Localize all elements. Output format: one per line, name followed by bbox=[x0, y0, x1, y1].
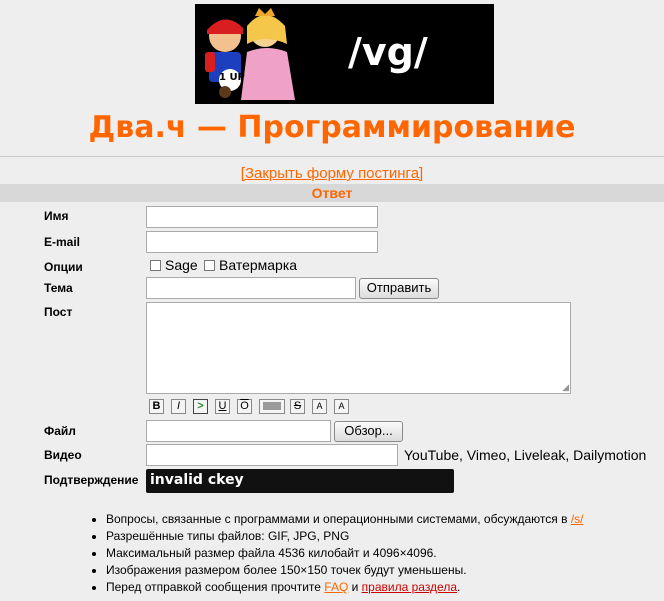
underline-button[interactable]: U bbox=[215, 399, 230, 414]
banner-board-name: /vg/ bbox=[348, 30, 428, 74]
rule-text: Перед отправкой сообщения прочтите bbox=[106, 580, 325, 594]
video-services-note: YouTube, Vimeo, Liveleak, Dailymotion bbox=[404, 447, 647, 463]
sage-label: Sage bbox=[165, 257, 198, 273]
email-input[interactable] bbox=[146, 231, 378, 253]
name-input[interactable] bbox=[146, 206, 378, 228]
strike-button[interactable]: S bbox=[290, 399, 305, 414]
options-label: Опции bbox=[44, 260, 83, 274]
captcha-label: Подтверждение bbox=[44, 473, 139, 487]
subscript-button[interactable]: A bbox=[312, 399, 327, 414]
rule-text: Вопросы, связанные с программами и опера… bbox=[106, 512, 571, 526]
rule-item: Разрешённые типы файлов: GIF, JPG, PNG bbox=[106, 528, 583, 545]
overline-button[interactable]: O bbox=[237, 399, 252, 414]
close-form-link[interactable]: [Закрыть форму постинга] bbox=[0, 165, 664, 182]
rule-item: Изображения размером более 150×150 точек… bbox=[106, 562, 583, 579]
subject-input[interactable] bbox=[146, 277, 356, 299]
quote-button[interactable]: > bbox=[193, 399, 208, 414]
faq-link[interactable]: FAQ bbox=[324, 580, 348, 594]
top-divider bbox=[0, 156, 664, 157]
watermark-checkbox[interactable] bbox=[204, 259, 215, 271]
submit-button[interactable]: Отправить bbox=[359, 278, 439, 299]
one-up-badge: 1 UP bbox=[219, 72, 245, 83]
italic-button[interactable]: I bbox=[171, 399, 186, 414]
post-label: Пост bbox=[44, 305, 73, 319]
sage-option[interactable]: Sage bbox=[150, 257, 198, 273]
bold-button[interactable]: B bbox=[149, 399, 164, 414]
spoiler-button[interactable] bbox=[259, 399, 285, 414]
rule-item: Перед отправкой сообщения прочтите FAQ и… bbox=[106, 579, 583, 596]
file-input[interactable] bbox=[146, 420, 331, 442]
superscript-button[interactable]: A bbox=[334, 399, 349, 414]
reply-header: Ответ bbox=[0, 184, 664, 202]
s-board-link[interactable]: /s/ bbox=[571, 512, 584, 526]
rule-item: Вопросы, связанные с программами и опера… bbox=[106, 511, 583, 528]
rule-item: Максимальный размер файла 4536 килобайт … bbox=[106, 545, 583, 562]
browse-button[interactable]: Обзор... bbox=[334, 421, 403, 442]
spoiler-bar-icon bbox=[263, 402, 281, 410]
posting-rules-list: Вопросы, связанные с программами и опера… bbox=[90, 511, 583, 596]
watermark-label: Ватермарка bbox=[219, 257, 298, 273]
board-banner: 1 UP /vg/ bbox=[195, 4, 494, 104]
subject-label: Тема bbox=[44, 281, 73, 295]
name-label: Имя bbox=[44, 209, 69, 223]
sage-checkbox[interactable] bbox=[150, 259, 161, 271]
file-label: Файл bbox=[44, 424, 76, 438]
video-label: Видео bbox=[44, 448, 82, 462]
mario-peach-illustration bbox=[205, 8, 295, 100]
watermark-option[interactable]: Ватермарка bbox=[204, 257, 297, 273]
rule-text: . bbox=[457, 580, 461, 594]
resize-handle-icon[interactable]: ◢ bbox=[562, 382, 569, 393]
email-label: E-mail bbox=[44, 235, 81, 249]
board-rules-link[interactable]: правила раздела bbox=[362, 580, 457, 594]
captcha-field[interactable]: invalid ckey bbox=[146, 469, 454, 493]
page-title: Два.ч — Программирование bbox=[88, 110, 576, 145]
post-textarea[interactable]: ◢ bbox=[146, 302, 571, 394]
rule-text: и bbox=[348, 580, 362, 594]
video-input[interactable] bbox=[146, 444, 398, 466]
